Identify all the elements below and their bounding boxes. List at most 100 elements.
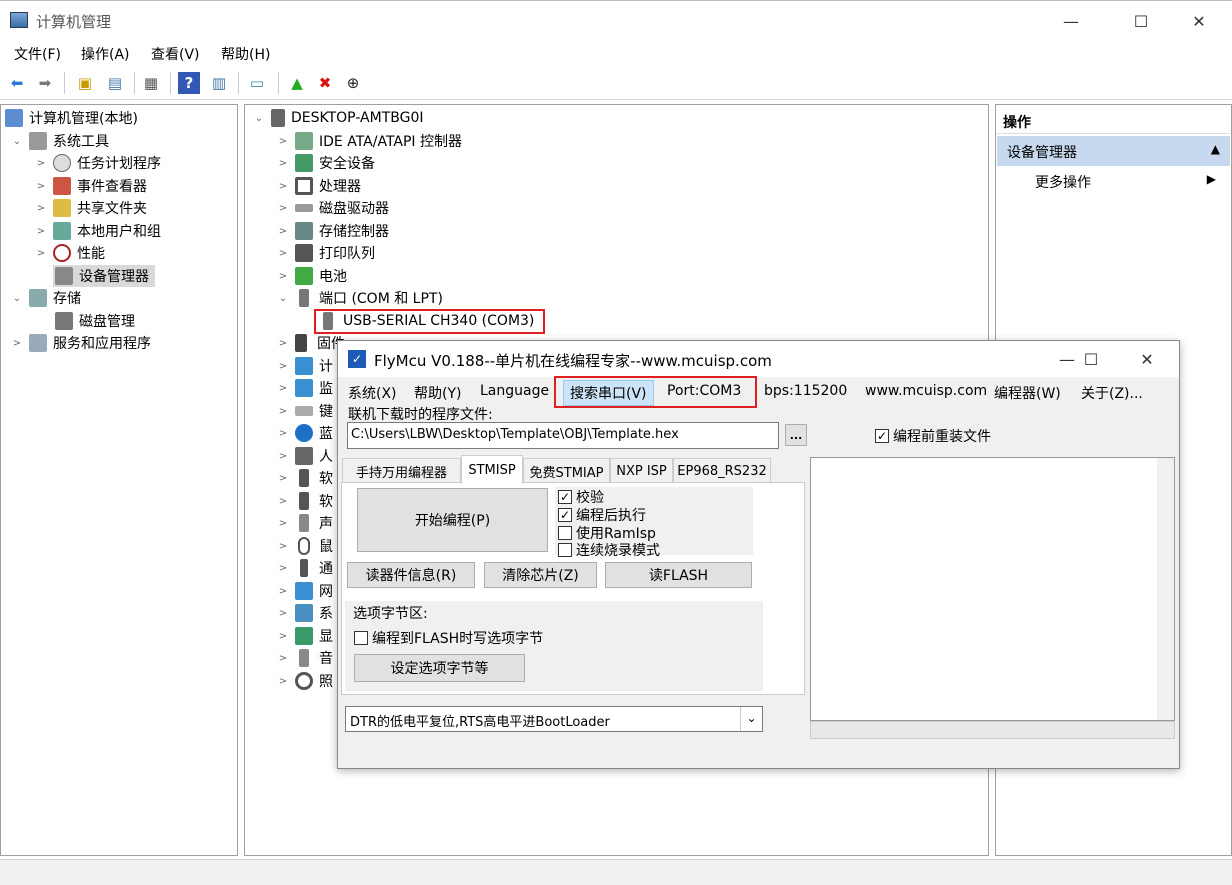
menu-action[interactable]: 操作(A) — [81, 44, 130, 64]
checkbox-icon — [354, 631, 368, 645]
help-icon[interactable]: ? — [178, 72, 200, 94]
device-root[interactable]: ⌄ DESKTOP-AMTBG0I — [253, 107, 424, 129]
tree-item-disk-management[interactable]: 磁盘管理 — [53, 310, 135, 332]
device-category[interactable]: > 打印队列 — [277, 242, 375, 264]
tab-stmiap[interactable]: 免费STMIAP — [523, 458, 610, 483]
highlight-box — [314, 309, 545, 334]
menu-programmer[interactable]: 编程器(W) — [994, 383, 1061, 403]
device-category[interactable]: > IDE ATA/ATAPI 控制器 — [277, 130, 462, 152]
device-category[interactable]: > 通 — [277, 557, 333, 579]
expand-icon[interactable]: ⌄ — [253, 113, 265, 124]
device-category[interactable]: > 鼠 — [277, 535, 333, 557]
device-category[interactable]: > 安全设备 — [277, 152, 375, 174]
erase-chip-button[interactable]: 清除芯片(Z) — [484, 562, 597, 588]
write-option-bytes-checkbox[interactable]: 编程到FLASH时写选项字节 — [354, 628, 543, 648]
menu-file[interactable]: 文件(F) — [14, 44, 61, 64]
menu-system[interactable]: 系统(X) — [348, 383, 397, 403]
device-category[interactable]: > 软 — [277, 490, 333, 512]
device-category[interactable]: > 软 — [277, 467, 333, 489]
tree-item-local-users[interactable]: > 本地用户和组 — [35, 220, 161, 242]
device-category[interactable]: > 网 — [277, 580, 333, 602]
device-category[interactable]: > 照 — [277, 670, 333, 692]
menu-view[interactable]: 查看(V) — [151, 44, 200, 64]
browse-button[interactable]: ... — [785, 424, 807, 446]
tree-item-system-tools[interactable]: ⌄ 系统工具 — [11, 130, 109, 152]
device-category[interactable]: > 磁盘驱动器 — [277, 197, 389, 219]
maximize-button[interactable]: ☐ — [1068, 341, 1114, 377]
device-category[interactable]: > 电池 — [277, 265, 347, 287]
device-manager-icon — [55, 267, 73, 285]
toolbar: ⬅ ➡ ▣ ▤ ▦ ? ▥ ▭ ▲ ✖ ⊕ — [0, 66, 1232, 100]
expand-icon[interactable]: ⌄ — [11, 136, 23, 147]
device-category[interactable]: > 键 — [277, 400, 333, 422]
menu-help[interactable]: 帮助(Y) — [414, 383, 461, 403]
read-flash-button[interactable]: 读FLASH — [605, 562, 752, 588]
tab-handheld[interactable]: 手持万用编程器 — [342, 458, 461, 483]
device-category[interactable]: > 显 — [277, 625, 333, 647]
start-programming-button[interactable]: 开始编程(P) — [357, 488, 548, 552]
set-option-bytes-button[interactable]: 设定选项字节等 — [354, 654, 525, 682]
device-category[interactable]: ⌄ 端口 (COM 和 LPT) — [277, 287, 443, 309]
tree-item-task-scheduler[interactable]: > 任务计划程序 — [35, 152, 161, 174]
device-category[interactable]: > 计 — [277, 355, 333, 377]
expand-icon[interactable]: > — [35, 226, 47, 237]
tab-ep968[interactable]: EP968_RS232 — [673, 458, 771, 483]
reload-checkbox[interactable]: ✓ 编程前重装文件 — [875, 426, 991, 446]
tree-root[interactable]: 计算机管理(本地) — [5, 107, 138, 129]
expand-icon[interactable]: > — [35, 181, 47, 192]
menu-bps[interactable]: bps:115200 — [764, 383, 847, 399]
tree-item-performance[interactable]: > 性能 — [35, 242, 105, 264]
device-category[interactable]: > 存储控制器 — [277, 220, 389, 242]
forward-icon[interactable]: ➡ — [34, 72, 56, 94]
expand-icon[interactable]: > — [35, 158, 47, 169]
tree-item-event-viewer[interactable]: > 事件查看器 — [35, 175, 147, 197]
scan-hardware-icon[interactable]: ▭ — [246, 72, 268, 94]
verify-checkbox[interactable]: ✓ 校验 — [558, 487, 604, 507]
expand-icon[interactable]: > — [35, 248, 47, 259]
close-button[interactable]: ✕ — [1124, 341, 1170, 377]
device-category[interactable]: > 音 — [277, 647, 333, 669]
show-hide-tree-icon[interactable]: ▤ — [104, 72, 126, 94]
action-pane-icon[interactable]: ▥ — [208, 72, 230, 94]
expand-icon[interactable]: > — [11, 338, 23, 349]
boot-mode-select[interactable]: DTR的低电平复位,RTS高电平进BootLoader ⌄ — [345, 706, 763, 732]
minimize-button[interactable]: — — [1048, 1, 1094, 41]
tree-item-storage[interactable]: ⌄ 存储 — [11, 287, 81, 309]
device-category[interactable]: > 蓝 — [277, 422, 333, 444]
device-category[interactable]: > 固件 — [277, 332, 345, 354]
run-after-checkbox[interactable]: ✓ 编程后执行 — [558, 505, 646, 525]
actions-more[interactable]: 更多操作 ▶ — [997, 168, 1230, 194]
collapse-icon[interactable]: ▲ — [1211, 142, 1220, 156]
device-category[interactable]: > 人 — [277, 445, 333, 467]
tree-item-services[interactable]: > 服务和应用程序 — [11, 332, 151, 354]
tab-nxp-isp[interactable]: NXP ISP — [610, 458, 673, 483]
log-scrollbar[interactable] — [1157, 458, 1174, 720]
actions-device-manager[interactable]: 设备管理器 ▲ — [997, 136, 1230, 166]
maximize-button[interactable]: ☐ — [1118, 1, 1164, 41]
file-path-input[interactable]: C:\Users\LBW\Desktop\Template\OBJ\Templa… — [347, 422, 779, 449]
uninstall-icon[interactable]: ✖ — [314, 72, 336, 94]
tree-item-device-manager[interactable]: 设备管理器 — [53, 265, 155, 287]
output-log[interactable] — [810, 457, 1175, 721]
menu-website[interactable]: www.mcuisp.com — [865, 383, 987, 399]
read-info-button[interactable]: 读器件信息(R) — [347, 562, 475, 588]
tree-item-shared-folders[interactable]: > 共享文件夹 — [35, 197, 147, 219]
device-category[interactable]: > 系 — [277, 602, 333, 624]
device-category[interactable]: > 处理器 — [277, 175, 361, 197]
tab-stmisp[interactable]: STMISP — [461, 455, 523, 484]
properties-icon[interactable]: ▦ — [140, 72, 162, 94]
up-folder-icon[interactable]: ▣ — [74, 72, 96, 94]
close-button[interactable]: ✕ — [1176, 1, 1222, 41]
device-category[interactable]: > 声 — [277, 512, 333, 534]
expand-icon[interactable]: ⌄ — [11, 293, 23, 304]
checkbox-icon: ✓ — [558, 490, 572, 504]
expand-icon[interactable]: > — [35, 203, 47, 214]
device-category[interactable]: > 监 — [277, 377, 333, 399]
menu-language[interactable]: Language — [480, 383, 549, 399]
menu-about[interactable]: 关于(Z)... — [1081, 383, 1143, 403]
disable-device-icon[interactable]: ⊕ — [342, 72, 364, 94]
continuous-mode-checkbox[interactable]: 连续烧录模式 — [558, 540, 660, 560]
back-icon[interactable]: ⬅ — [6, 72, 28, 94]
update-driver-icon[interactable]: ▲ — [286, 72, 308, 94]
menu-help[interactable]: 帮助(H) — [221, 44, 270, 64]
